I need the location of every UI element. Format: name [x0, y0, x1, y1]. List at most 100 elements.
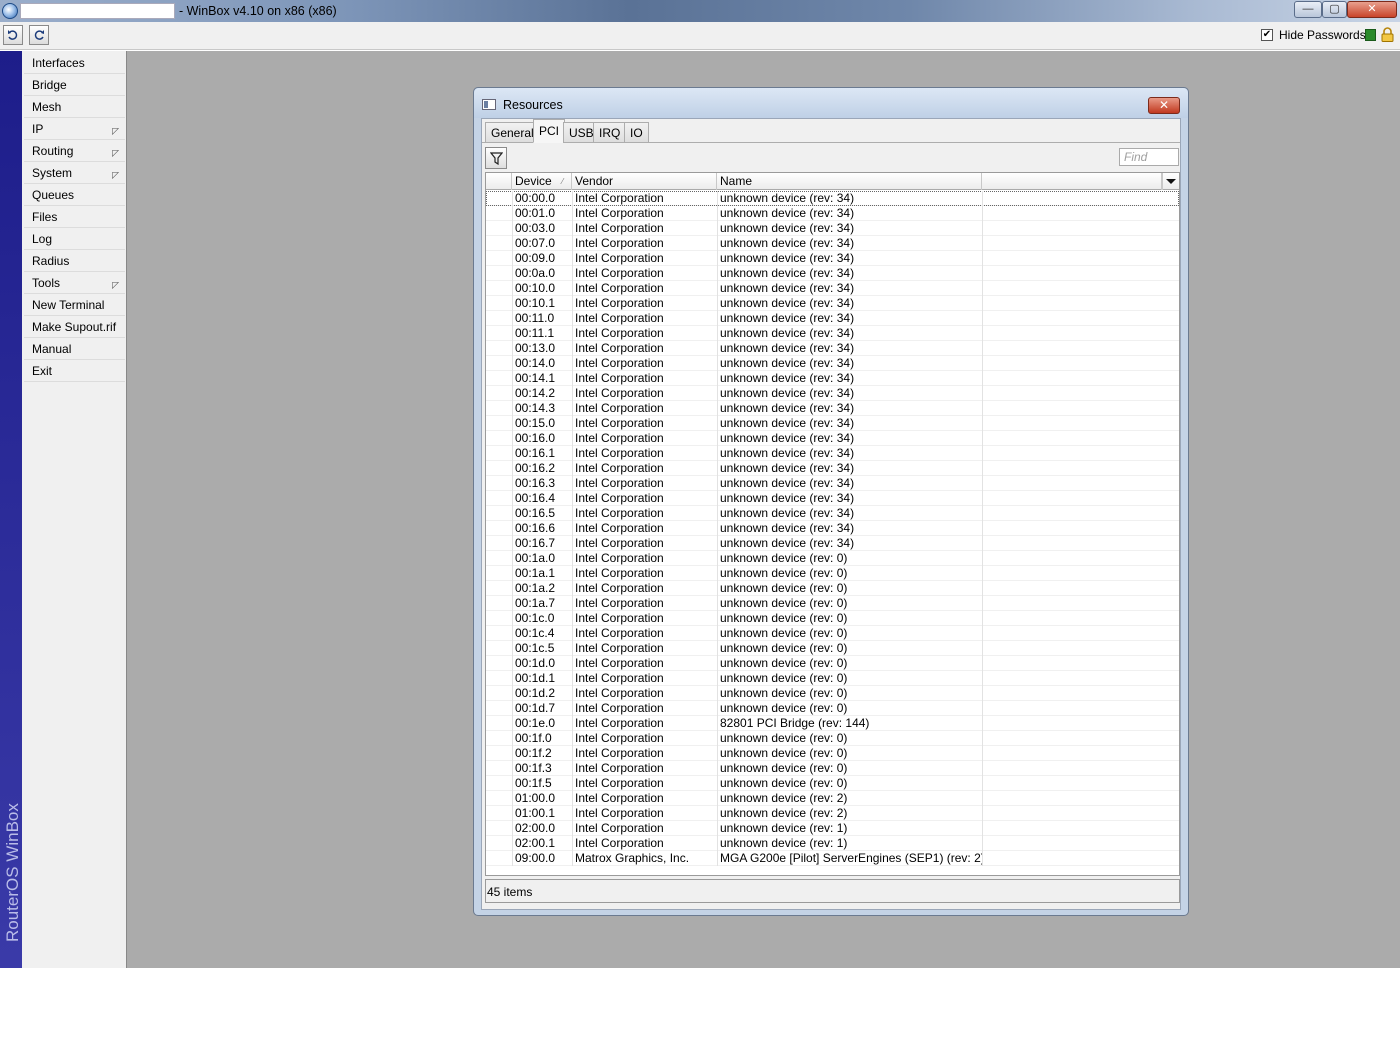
table-row[interactable]: 01:00.0 Intel Corporation unknown device (… [486, 791, 1179, 806]
table-row[interactable]: 00:1f.3 Intel Corporation unknown device (… [486, 761, 1179, 776]
table-row[interactable]: 00:13.0 Intel Corporation unknown device (… [486, 341, 1179, 356]
table-row[interactable]: 00:1d.0 Intel Corporation unknown device (… [486, 656, 1179, 671]
table-row[interactable]: 00:14.1 Intel Corporation unknown device (… [486, 371, 1179, 386]
vendor-cell: Intel Corporation [575, 626, 664, 640]
table-row[interactable]: 00:1a.2 Intel Corporation unknown device (… [486, 581, 1179, 596]
table-row[interactable]: 00:14.0 Intel Corporation unknown device (… [486, 356, 1179, 371]
table-row[interactable]: 00:1f.5 Intel Corporation unknown device (… [486, 776, 1179, 791]
table-row[interactable]: 00:1a.1 Intel Corporation unknown device (… [486, 566, 1179, 581]
sidebar-item-label: Queues [32, 188, 75, 202]
table-row[interactable]: 00:1c.5 Intel Corporation unknown device (… [486, 641, 1179, 656]
table-row[interactable]: 00:14.2 Intel Corporation unknown device (… [486, 386, 1179, 401]
undo-button[interactable] [3, 25, 23, 45]
sidebar-item-radius[interactable]: Radius [24, 250, 125, 272]
table-row[interactable]: 00:1f.2 Intel Corporation unknown device (… [486, 746, 1179, 761]
sidebar-item-make-supout-rif[interactable]: Make Supout.rif [24, 316, 125, 338]
tab-general[interactable]: General [485, 122, 540, 143]
table-row[interactable]: 00:16.0 Intel Corporation unknown device (… [486, 431, 1179, 446]
resources-close-button[interactable]: ✕ [1148, 97, 1180, 114]
sort-arrow-icon: ⁄ [562, 177, 564, 186]
table-row[interactable]: 00:01.0 Intel Corporation unknown device (… [486, 206, 1179, 221]
column-header-device[interactable]: Device ⁄ [512, 173, 572, 190]
sidebar-item-bridge[interactable]: Bridge [24, 74, 125, 96]
sidebar-item-files[interactable]: Files [24, 206, 125, 228]
hide-passwords-checkbox[interactable]: ✔ [1261, 29, 1273, 41]
column-divider [982, 251, 983, 266]
table-row[interactable]: 00:1a.0 Intel Corporation unknown device (… [486, 551, 1179, 566]
table-row[interactable]: 00:07.0 Intel Corporation unknown device (… [486, 236, 1179, 251]
table-row[interactable]: 00:1a.7 Intel Corporation unknown device (… [486, 596, 1179, 611]
column-divider [512, 371, 513, 386]
tab-pci[interactable]: PCI [533, 119, 566, 143]
table-row[interactable]: 00:1d.2 Intel Corporation unknown device (… [486, 686, 1179, 701]
sidebar-item-tools[interactable]: Tools ◸ [24, 272, 125, 294]
table-row[interactable]: 00:11.0 Intel Corporation unknown device (… [486, 311, 1179, 326]
table-row[interactable]: 00:15.0 Intel Corporation unknown device (… [486, 416, 1179, 431]
sidebar-item-system[interactable]: System ◸ [24, 162, 125, 184]
vendor-cell: Intel Corporation [575, 641, 664, 655]
table-row[interactable]: 02:00.0 Intel Corporation unknown device (… [486, 821, 1179, 836]
column-divider [512, 761, 513, 776]
table-row[interactable]: 00:16.6 Intel Corporation unknown device (… [486, 521, 1179, 536]
sidebar-item-routing[interactable]: Routing ◸ [24, 140, 125, 162]
table-row[interactable]: 00:10.0 Intel Corporation unknown device (… [486, 281, 1179, 296]
sidebar-item-manual[interactable]: Manual [24, 338, 125, 360]
close-button[interactable]: ✕ [1347, 1, 1397, 18]
column-chooser-button[interactable] [1162, 173, 1179, 190]
table-row[interactable]: 00:16.1 Intel Corporation unknown device (… [486, 446, 1179, 461]
column-header-name[interactable]: Name [717, 173, 982, 190]
tab-io[interactable]: IO [624, 122, 649, 143]
session-name-input[interactable] [20, 3, 175, 19]
filter-button[interactable] [485, 147, 507, 169]
table-row[interactable]: 00:03.0 Intel Corporation unknown device (… [486, 221, 1179, 236]
sidebar-item-queues[interactable]: Queues [24, 184, 125, 206]
table-row[interactable]: 00:14.3 Intel Corporation unknown device (… [486, 401, 1179, 416]
tab-irq[interactable]: IRQ [593, 122, 627, 143]
table-row[interactable]: 00:09.0 Intel Corporation unknown device (… [486, 251, 1179, 266]
table-row[interactable]: 00:16.2 Intel Corporation unknown device (… [486, 461, 1179, 476]
table-row[interactable]: 01:00.1 Intel Corporation unknown device (… [486, 806, 1179, 821]
resources-window[interactable]: Resources ✕ General PCI USB IRQ IO Find Devi… [473, 87, 1189, 916]
table-row[interactable]: 00:16.7 Intel Corporation unknown device (… [486, 536, 1179, 551]
table-row[interactable]: 00:10.1 Intel Corporation unknown device (… [486, 296, 1179, 311]
resources-title-bar[interactable]: Resources ✕ [474, 88, 1188, 118]
find-input[interactable]: Find [1119, 148, 1179, 166]
column-divider [982, 341, 983, 356]
table-row[interactable]: 00:1f.0 Intel Corporation unknown device (… [486, 731, 1179, 746]
minimize-button[interactable]: — [1294, 1, 1322, 18]
maximize-button[interactable]: ▢ [1322, 1, 1347, 18]
table-row[interactable]: 00:16.5 Intel Corporation unknown device (… [486, 506, 1179, 521]
sidebar-item-ip[interactable]: IP ◸ [24, 118, 125, 140]
column-divider [572, 326, 573, 341]
vendor-cell: Intel Corporation [575, 746, 664, 760]
table-row[interactable]: 00:1c.4 Intel Corporation unknown device (… [486, 626, 1179, 641]
sidebar-item-exit[interactable]: Exit [24, 360, 125, 382]
table-row[interactable]: 00:1d.7 Intel Corporation unknown device (… [486, 701, 1179, 716]
sidebar-item-new-terminal[interactable]: New Terminal [24, 294, 125, 316]
sidebar-item-mesh[interactable]: Mesh [24, 96, 125, 118]
redo-button[interactable] [29, 25, 49, 45]
winbox-app-icon[interactable] [2, 3, 18, 19]
table-row[interactable]: 02:00.1 Intel Corporation unknown device (… [486, 836, 1179, 851]
column-divider [717, 341, 718, 356]
table-row[interactable]: 00:16.3 Intel Corporation unknown device (… [486, 476, 1179, 491]
table-row[interactable]: 00:1e.0 Intel Corporation 82801 PCI Bridge… [486, 716, 1179, 731]
name-cell: unknown device (rev: 0) [720, 701, 848, 715]
column-divider [572, 356, 573, 371]
column-divider [717, 791, 718, 806]
table-row[interactable]: 09:00.0 Matrox Graphics, Inc. MGA G200e [P… [486, 851, 1179, 866]
column-header-vendor[interactable]: Vendor [572, 173, 717, 190]
table-body: 00:00.0 Intel Corporation unknown device (… [486, 191, 1179, 866]
column-divider [572, 821, 573, 836]
table-row[interactable]: 00:16.4 Intel Corporation unknown device (… [486, 491, 1179, 506]
table-row[interactable]: 00:00.0 Intel Corporation unknown device (… [486, 191, 1179, 206]
table-row[interactable]: 00:1d.1 Intel Corporation unknown device (… [486, 671, 1179, 686]
column-header-select[interactable] [486, 173, 512, 190]
sidebar-item-log[interactable]: Log [24, 228, 125, 250]
brand-strip: RouterOS WinBox [0, 51, 22, 968]
sidebar-item-interfaces[interactable]: Interfaces [24, 52, 125, 74]
table-row[interactable]: 00:11.1 Intel Corporation unknown device (… [486, 326, 1179, 341]
table-row[interactable]: 00:1c.0 Intel Corporation unknown device (… [486, 611, 1179, 626]
column-header-empty[interactable] [982, 173, 1162, 190]
table-row[interactable]: 00:0a.0 Intel Corporation unknown device (… [486, 266, 1179, 281]
